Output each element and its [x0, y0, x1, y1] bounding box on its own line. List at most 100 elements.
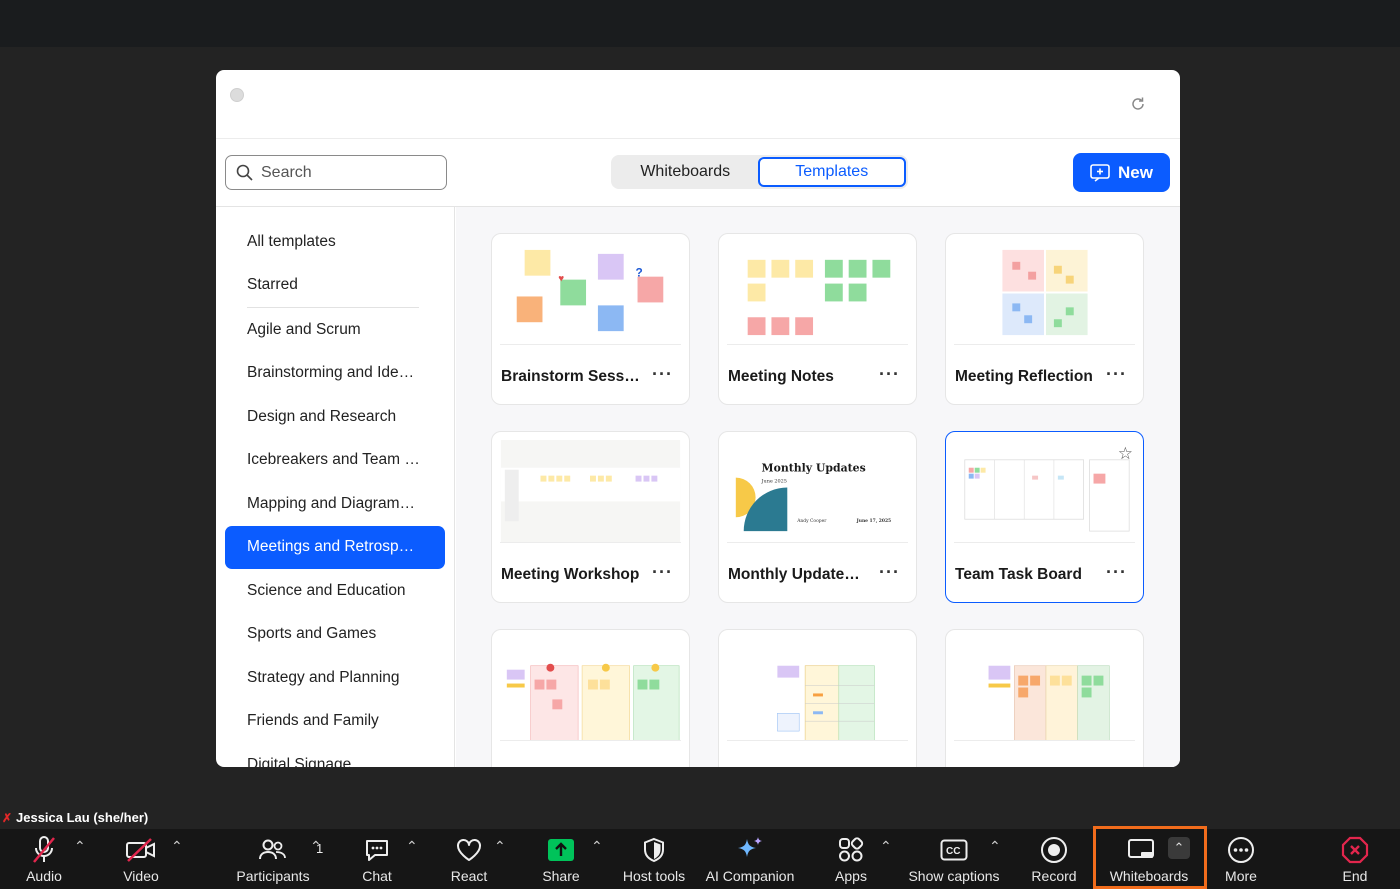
sidebar-item-digital-signage[interactable]: Digital Signage: [216, 743, 445, 767]
whiteboards-label: Whiteboards: [1109, 868, 1189, 884]
more-options-icon[interactable]: ···: [879, 364, 900, 385]
sidebar-item-brainstorming[interactable]: Brainstorming and Idea…: [216, 352, 445, 396]
template-grid: ♥ ? Brainstorm Sess… ··· Meeting Notes ·…: [456, 207, 1180, 767]
sidebar-item-strategy[interactable]: Strategy and Planning: [216, 656, 445, 700]
heart-icon: [455, 833, 483, 867]
more-options-icon[interactable]: ···: [879, 562, 900, 583]
whiteboard-icon: ⌃: [1104, 833, 1194, 867]
template-card-brainstorm[interactable]: ♥ ? Brainstorm Sess… ···: [491, 233, 690, 405]
chat-icon: [363, 833, 391, 867]
template-thumbnail: [954, 249, 1135, 345]
monthly-date2: June 17, 2025: [856, 519, 892, 524]
more-dots-icon: [1227, 833, 1255, 867]
template-card-monthly-update[interactable]: Monthly Updates June 2025 Andy Cooper Ju…: [718, 431, 917, 603]
participants-button[interactable]: 1 Participants: [232, 829, 323, 889]
host-tools-button[interactable]: Host tools: [620, 829, 688, 889]
template-card-team-task-board[interactable]: ☆ Team Task Board ···: [945, 431, 1144, 603]
window-close-dot[interactable]: [230, 88, 244, 102]
more-options-icon[interactable]: ···: [652, 364, 673, 385]
whiteboard-templates-dialog: Whiteboards Templates New All templates …: [216, 70, 1180, 767]
muted-microphone-icon: [30, 833, 58, 867]
sidebar-item-agile[interactable]: Agile and Scrum: [216, 308, 445, 352]
apps-options-chevron-icon[interactable]: ⌃: [880, 838, 892, 855]
audio-button[interactable]: Audio: [22, 829, 66, 889]
tab-whiteboards[interactable]: Whiteboards: [613, 157, 758, 187]
sidebar-item-friends[interactable]: Friends and Family: [216, 700, 445, 744]
new-board-icon: [1090, 163, 1110, 182]
react-options-chevron-icon[interactable]: ⌃: [494, 838, 506, 855]
template-card-feedback-board[interactable]: [945, 629, 1144, 767]
template-card-meeting-workshop[interactable]: Meeting Workshop ···: [491, 431, 690, 603]
more-options-icon[interactable]: ···: [1106, 562, 1127, 583]
refresh-icon[interactable]: [1130, 96, 1146, 117]
template-thumbnail: [500, 440, 681, 543]
audio-options-chevron-icon[interactable]: ⌃: [74, 838, 86, 855]
template-thumbnail: [500, 663, 681, 741]
dialog-title-bar: [216, 70, 1180, 139]
more-button[interactable]: More: [1220, 829, 1262, 889]
template-card-meeting-reflection[interactable]: Meeting Reflection ···: [945, 233, 1144, 405]
sidebar-item-sports[interactable]: Sports and Games: [216, 613, 445, 657]
chat-button[interactable]: Chat: [356, 829, 398, 889]
muted-mic-icon: ✗: [2, 811, 13, 825]
more-options-icon[interactable]: ···: [652, 562, 673, 583]
sidebar-item-icebreakers[interactable]: Icebreakers and Team …: [216, 439, 445, 483]
template-card-meeting-notes[interactable]: Meeting Notes ···: [718, 233, 917, 405]
sidebar-item-label: Friends and Family: [247, 712, 379, 730]
sidebar-item-mapping[interactable]: Mapping and Diagram…: [216, 482, 445, 526]
sidebar-item-science[interactable]: Science and Education: [216, 569, 445, 613]
show-captions-label: Show captions: [908, 868, 1000, 884]
sidebar-item-design[interactable]: Design and Research: [216, 395, 445, 439]
captions-options-chevron-icon[interactable]: ⌃: [989, 838, 1001, 855]
tab-templates[interactable]: Templates: [757, 157, 906, 187]
sidebar-item-label: Brainstorming and Idea…: [247, 364, 422, 382]
new-whiteboard-button[interactable]: New: [1073, 153, 1170, 192]
video-button[interactable]: Video: [118, 829, 164, 889]
template-name: Meeting Workshop: [501, 566, 640, 583]
sidebar-item-label: Meetings and Retrospe…: [247, 538, 422, 556]
participants-icon: 1: [258, 833, 323, 867]
sidebar-item-meetings[interactable]: Meetings and Retrospe…: [225, 525, 445, 569]
search-input[interactable]: [261, 163, 441, 182]
end-meeting-button[interactable]: End: [1334, 829, 1376, 889]
video-label: Video: [123, 868, 159, 884]
apps-label: Apps: [835, 868, 867, 884]
sidebar-item-label: Digital Signage: [247, 755, 352, 767]
monthly-date: June 2025: [761, 479, 787, 485]
sidebar-item-starred[interactable]: Starred: [216, 264, 445, 308]
template-card-retrospective[interactable]: [491, 629, 690, 767]
monthly-title: Monthly Updates: [762, 462, 866, 475]
top-bar: [0, 0, 1400, 47]
participants-options-chevron-icon[interactable]: ⌃: [310, 838, 322, 855]
dialog-toolbar: Whiteboards Templates New: [216, 139, 1180, 207]
record-icon: [1040, 833, 1068, 867]
ai-companion-button[interactable]: AI Companion: [704, 829, 796, 889]
whiteboards-button[interactable]: ⌃ Whiteboards: [1104, 829, 1194, 889]
closed-captions-icon: CC: [940, 833, 968, 867]
template-card-meeting-planner[interactable]: [718, 629, 917, 767]
more-options-icon[interactable]: ···: [1106, 364, 1127, 385]
whiteboards-options-chevron-icon[interactable]: ⌃: [1168, 837, 1190, 859]
template-name: Meeting Reflection: [955, 368, 1093, 385]
svg-text:?: ?: [636, 266, 643, 280]
end-call-icon: [1341, 833, 1369, 867]
star-icon[interactable]: ☆: [1118, 444, 1133, 464]
record-button[interactable]: Record: [1028, 829, 1080, 889]
sidebar-item-label: Mapping and Diagram…: [247, 494, 416, 512]
svg-text:♥: ♥: [558, 274, 564, 285]
share-options-chevron-icon[interactable]: ⌃: [591, 838, 603, 855]
ai-companion-label: AI Companion: [705, 868, 795, 884]
react-label: React: [450, 868, 488, 884]
share-label: Share: [542, 868, 580, 884]
sidebar-item-all-templates[interactable]: All templates: [216, 220, 445, 264]
react-button[interactable]: React: [448, 829, 490, 889]
video-options-chevron-icon[interactable]: ⌃: [171, 838, 183, 855]
search-box[interactable]: [225, 155, 447, 190]
host-tools-label: Host tools: [622, 868, 686, 884]
search-icon: [236, 164, 253, 181]
chat-options-chevron-icon[interactable]: ⌃: [406, 838, 418, 855]
monthly-author: Andy Cooper: [796, 519, 827, 524]
share-button[interactable]: Share: [540, 829, 582, 889]
apps-button[interactable]: Apps: [830, 829, 872, 889]
new-button-label: New: [1118, 162, 1153, 182]
